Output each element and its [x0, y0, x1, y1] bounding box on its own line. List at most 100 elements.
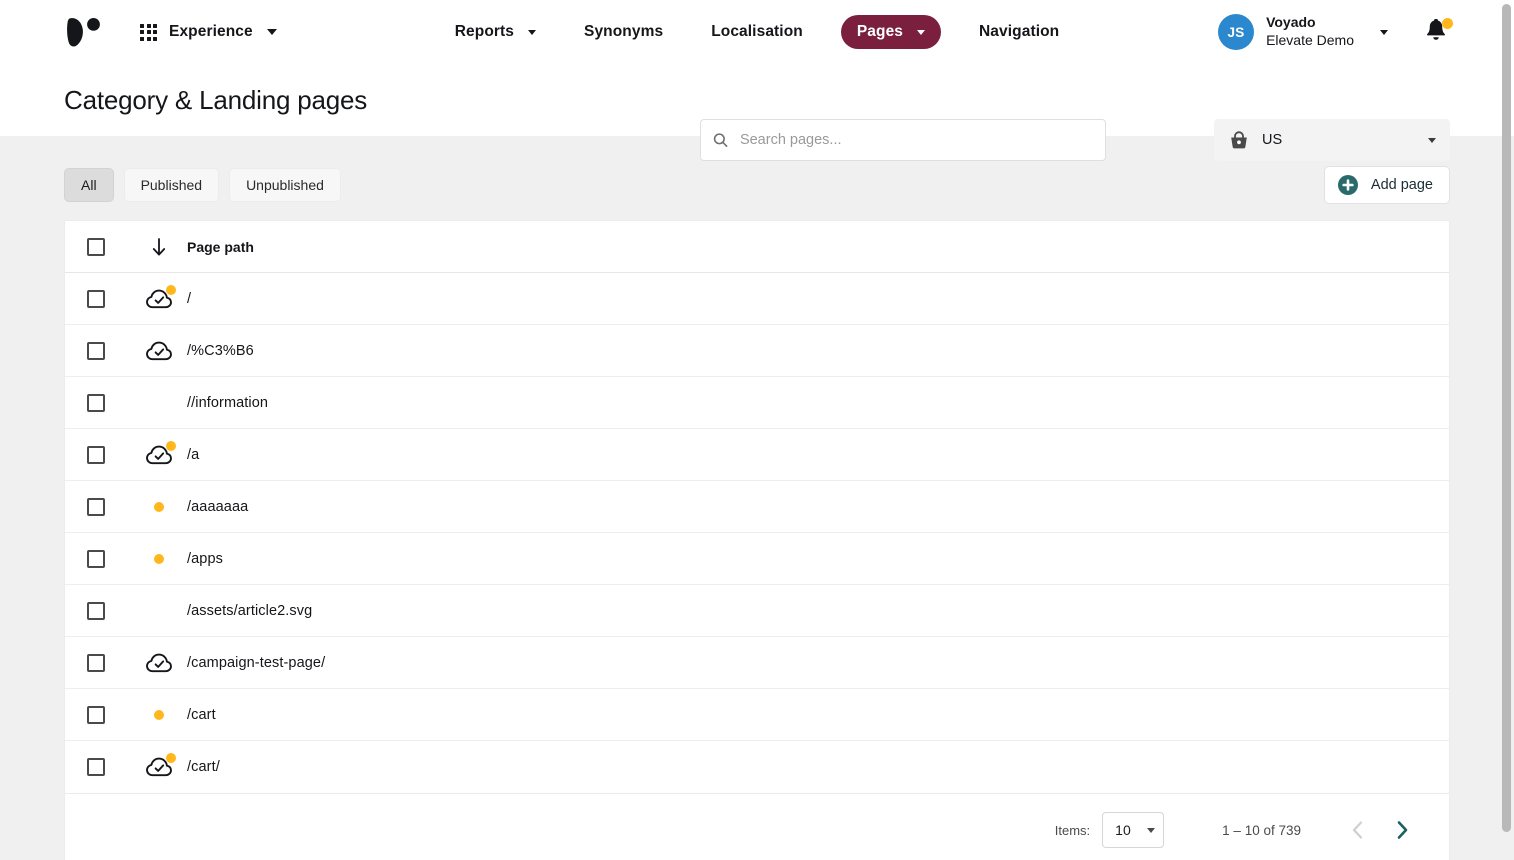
- published-indicator: [146, 653, 172, 673]
- table-row[interactable]: /cart: [65, 689, 1449, 741]
- published-indicator: [146, 341, 172, 361]
- app-root: Experience Reports Synonyms Localisation…: [0, 0, 1514, 860]
- row-checkbox[interactable]: [87, 601, 105, 620]
- table-row[interactable]: /: [65, 273, 1449, 325]
- row-page-path[interactable]: /%C3%B6: [187, 343, 254, 359]
- page-title: Category & Landing pages: [64, 84, 368, 115]
- previous-page-button[interactable]: [1347, 819, 1369, 841]
- items-per-page-select[interactable]: 10: [1102, 812, 1165, 848]
- row-status: [131, 650, 187, 676]
- unsaved-changes-dot: [154, 709, 164, 720]
- nav-label-pages: Pages: [856, 23, 904, 40]
- nav-item-navigation[interactable]: Navigation: [969, 16, 1069, 48]
- table-row[interactable]: /cart/: [65, 741, 1449, 793]
- app-switcher[interactable]: Experience: [140, 23, 277, 41]
- filter-all[interactable]: All: [64, 168, 114, 202]
- table-row[interactable]: /%C3%B6: [65, 325, 1449, 377]
- row-status: [131, 284, 187, 312]
- row-checkbox[interactable]: [87, 445, 105, 464]
- table-row[interactable]: /campaign-test-page/: [65, 637, 1449, 689]
- page-scrollbar[interactable]: [1499, 0, 1514, 860]
- nav-label-navigation: Navigation: [979, 23, 1060, 40]
- row-status: [131, 702, 187, 728]
- filter-unpublished-label: Unpublished: [246, 177, 324, 193]
- status-filter-group: All Published Unpublished: [64, 168, 341, 202]
- content-area: All Published Unpublished Add page Page …: [0, 136, 1514, 860]
- row-checkbox[interactable]: [87, 653, 105, 672]
- market-selector[interactable]: US: [1214, 119, 1450, 161]
- nav-item-reports[interactable]: Reports: [445, 16, 546, 48]
- row-page-path[interactable]: /cart/: [187, 759, 220, 775]
- add-page-button[interactable]: Add page: [1323, 166, 1450, 204]
- table-header-row: Page path: [65, 221, 1449, 273]
- published-indicator: [146, 753, 176, 777]
- chevron-right-icon: [1397, 821, 1408, 839]
- filter-published-label: Published: [140, 177, 203, 193]
- row-page-path[interactable]: /apps: [187, 551, 223, 567]
- add-page-label: Add page: [1370, 177, 1433, 193]
- filter-all-label: All: [81, 177, 97, 193]
- nav-label-localisation: Localisation: [711, 23, 803, 40]
- avatar-initials: JS: [1227, 24, 1245, 40]
- chevron-down-icon: [528, 29, 537, 35]
- row-status: [131, 390, 187, 416]
- pagination-range: 1 – 10 of 739: [1222, 822, 1301, 838]
- row-status: [131, 598, 187, 624]
- nav-item-pages[interactable]: Pages: [840, 15, 942, 49]
- nav-label-reports: Reports: [454, 23, 515, 40]
- search-box[interactable]: [700, 119, 1106, 161]
- row-page-path[interactable]: /campaign-test-page/: [187, 655, 325, 671]
- nav-item-localisation[interactable]: Localisation: [701, 16, 813, 48]
- unsaved-changes-dot: [166, 440, 176, 451]
- notifications-button[interactable]: [1424, 18, 1453, 46]
- row-checkbox[interactable]: [87, 497, 105, 516]
- row-checkbox[interactable]: [87, 393, 105, 412]
- items-per-page-value: 10: [1115, 822, 1131, 838]
- table-row[interactable]: //information: [65, 377, 1449, 429]
- row-status: [131, 546, 187, 572]
- row-status: [131, 440, 187, 468]
- chevron-down-icon[interactable]: [1380, 29, 1388, 35]
- items-per-page-label: Items:: [1054, 822, 1091, 838]
- row-checkbox[interactable]: [87, 549, 105, 568]
- unsaved-changes-dot: [154, 553, 164, 564]
- unsaved-changes-dot: [166, 284, 176, 295]
- pagination-bar: Items: 10 1 – 10 of 739: [65, 794, 1449, 860]
- table-row[interactable]: /a: [65, 429, 1449, 481]
- select-all-checkbox[interactable]: [87, 237, 105, 256]
- row-page-path[interactable]: /cart: [187, 707, 216, 723]
- account-names[interactable]: Voyado Elevate Demo: [1266, 14, 1354, 50]
- app-switcher-label: Experience: [169, 23, 253, 40]
- row-page-path[interactable]: /aaaaaaa: [187, 499, 248, 515]
- row-checkbox[interactable]: [87, 705, 105, 724]
- table-row[interactable]: /aaaaaaa: [65, 481, 1449, 533]
- row-checkbox[interactable]: [87, 758, 105, 776]
- search-input[interactable]: [737, 131, 1093, 149]
- published-indicator: [146, 284, 176, 309]
- chevron-down-icon: [917, 29, 926, 35]
- filter-unpublished[interactable]: Unpublished: [229, 168, 341, 202]
- row-page-path[interactable]: //information: [187, 395, 268, 411]
- chevron-down-icon: [1147, 827, 1156, 833]
- chevron-down-icon: [266, 29, 277, 35]
- grid-apps-icon: [140, 23, 157, 41]
- search-icon: [713, 133, 728, 147]
- row-page-path[interactable]: /a: [187, 447, 199, 463]
- filter-published[interactable]: Published: [123, 168, 220, 202]
- row-page-path[interactable]: /: [187, 291, 191, 307]
- next-page-button[interactable]: [1391, 819, 1413, 841]
- voyado-logo-icon[interactable]: [66, 15, 102, 49]
- scrollbar-thumb[interactable]: [1502, 4, 1511, 832]
- chevron-left-icon: [1352, 821, 1363, 839]
- row-checkbox[interactable]: [87, 289, 105, 308]
- basket-icon: [1231, 131, 1247, 149]
- avatar[interactable]: JS: [1218, 14, 1255, 50]
- table-row[interactable]: /assets/article2.svg: [65, 585, 1449, 637]
- table-footer: Items: 10 1 – 10 of 739: [64, 794, 1450, 860]
- row-checkbox[interactable]: [87, 341, 105, 360]
- row-page-path[interactable]: /assets/article2.svg: [187, 603, 312, 619]
- table-row[interactable]: /apps: [65, 533, 1449, 585]
- column-header-page-path[interactable]: Page path: [187, 239, 254, 255]
- nav-item-synonyms[interactable]: Synonyms: [574, 16, 673, 48]
- sort-toggle[interactable]: [131, 236, 187, 258]
